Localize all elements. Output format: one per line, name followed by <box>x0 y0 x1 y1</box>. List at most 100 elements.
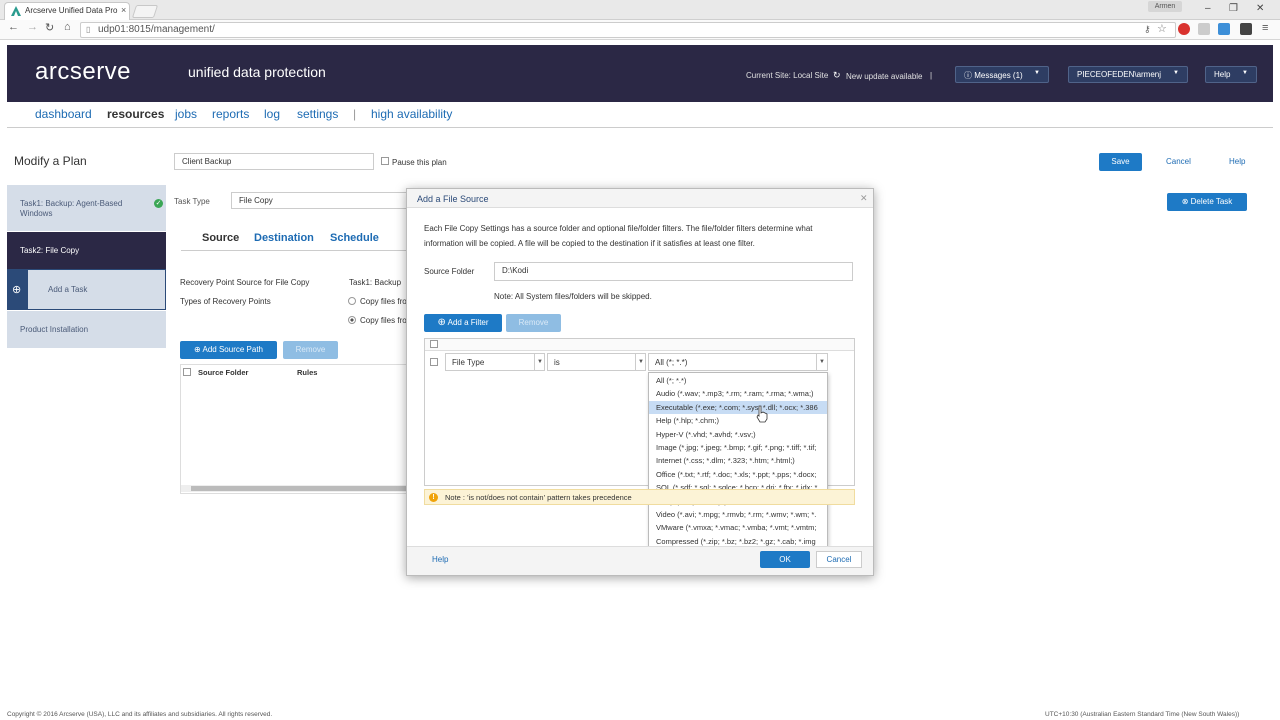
dropdown-option[interactable]: Hyper-V (*.vhd; *.avhd; *.vsv;) <box>649 428 827 441</box>
dialog-help-link[interactable]: Help <box>432 555 448 564</box>
chevron-down-icon[interactable]: ▼ <box>635 353 646 371</box>
close-icon[interactable]: × <box>121 5 126 15</box>
minimize-icon[interactable]: – <box>1205 3 1211 14</box>
sidebar-item-label: Task2: File Copy <box>20 246 80 255</box>
filter-grid-header <box>425 339 854 351</box>
radio-option-2[interactable] <box>348 316 356 324</box>
dropdown-option-highlighted[interactable]: Executable (*.exe; *.com; *.sys; *.dll; … <box>649 400 827 415</box>
arcserve-favicon-icon <box>11 6 21 16</box>
address-bar[interactable] <box>80 22 1176 38</box>
sidebar-item-label: Product Installation <box>20 325 89 334</box>
reload-icon[interactable]: ↻ <box>45 21 54 34</box>
nav-reports[interactable]: reports <box>212 107 249 121</box>
remove-filter-button[interactable]: Remove <box>506 314 561 332</box>
divider <box>181 250 407 251</box>
check-icon: ✓ <box>154 199 163 208</box>
add-filter-button[interactable]: ⊕ Add a Filter <box>424 314 502 332</box>
tab-destination[interactable]: Destination <box>254 232 314 244</box>
dropdown-option[interactable]: Help (*.hlp; *.chm;) <box>649 414 827 427</box>
nav-resources[interactable]: resources <box>107 107 164 121</box>
back-icon[interactable]: ← <box>8 21 19 33</box>
dropdown-option[interactable]: VMware (*.vmxa; *.vmac; *.vmba; *.vmt; *… <box>649 521 827 534</box>
save-button[interactable]: Save <box>1099 153 1142 171</box>
dropdown-option[interactable]: Internet (*.css; *.dlm; *.323; *.htm; *.… <box>649 454 827 467</box>
messages-label: Messages (1) <box>974 71 1023 80</box>
pause-plan-checkbox[interactable] <box>381 157 389 165</box>
dialog-cancel-label: Cancel <box>826 555 852 564</box>
dropdown-option[interactable]: Image (*.jpg; *.jpeg; *.bmp; *.gif; *.pn… <box>649 441 827 454</box>
dialog-cancel-button[interactable]: Cancel <box>816 551 862 568</box>
app-subtitle: unified data protection <box>188 64 326 80</box>
delete-task-label: Delete Task <box>1190 197 1233 206</box>
filter-operator-select[interactable]: is <box>547 353 646 371</box>
filter-row-checkbox[interactable] <box>430 358 438 366</box>
chevron-down-icon: ▼ <box>1034 70 1040 76</box>
dropdown-option[interactable]: Video (*.avi; *.mpg; *.rmvb; *.rm; *.wmv… <box>649 508 827 521</box>
arcserve-logo: arcserve <box>35 58 132 85</box>
select-all-filters-checkbox[interactable] <box>430 340 438 348</box>
sidebar-item-task2[interactable]: Task2: File Copy <box>7 232 166 269</box>
key-icon[interactable]: ⚷ <box>1144 24 1151 35</box>
help-link[interactable]: Help <box>1229 157 1245 166</box>
download-icon[interactable] <box>1218 23 1230 35</box>
close-icon[interactable]: ✕ <box>860 193 868 204</box>
home-icon[interactable]: ⌂ <box>64 21 71 33</box>
radio-label-1: Copy files fro <box>360 297 407 306</box>
new-tab-button[interactable] <box>131 5 159 18</box>
nav-divider: | <box>353 107 357 121</box>
user-menu-button[interactable]: PIECEOFEDEN\armenj ▼ <box>1068 66 1188 83</box>
tab-title: Arcserve Unified Data Pro <box>25 6 118 15</box>
filter-value-select[interactable]: All (*; *.*) <box>648 353 828 371</box>
ok-button[interactable]: OK <box>760 551 810 568</box>
window-close-icon[interactable]: ✕ <box>1256 3 1264 14</box>
nav-dashboard[interactable]: dashboard <box>35 107 92 121</box>
select-all-checkbox[interactable] <box>183 368 191 376</box>
cancel-link[interactable]: Cancel <box>1166 157 1191 166</box>
restore-icon[interactable]: ❐ <box>1229 3 1238 14</box>
sidebar-item-add-task[interactable]: ⊕ Add a Task <box>7 269 166 310</box>
scrollbar-thumb[interactable] <box>191 486 407 491</box>
help-menu-button[interactable]: Help ▼ <box>1205 66 1257 83</box>
filter-value-text: All (*; *.*) <box>655 358 688 367</box>
col-source-folder: Source Folder <box>198 368 249 377</box>
copyright: Copyright © 2016 Arcserve (USA), LLC and… <box>7 711 273 718</box>
radio-option-1[interactable] <box>348 297 356 305</box>
add-source-path-button[interactable]: ⊕ Add Source Path <box>180 341 277 359</box>
chevron-down-icon[interactable]: ▼ <box>534 353 545 371</box>
dropdown-option[interactable]: Office (*.txt; *.rtf; *.doc; *.xls; *.pp… <box>649 468 827 481</box>
nav-jobs[interactable]: jobs <box>175 107 197 121</box>
sidebar-item-label: Task1: Backup: Agent-Based Windows <box>20 199 123 218</box>
source-folder-input[interactable]: D:\Kodi <box>494 262 853 281</box>
extension-icon[interactable] <box>1198 23 1210 35</box>
horizontal-scrollbar[interactable] <box>181 485 407 492</box>
refresh-icon[interactable]: ↻ <box>833 70 841 81</box>
sidebar-item-product-installation[interactable]: Product Installation <box>7 311 166 348</box>
extension-icon[interactable] <box>1240 23 1252 35</box>
messages-button[interactable]: ⓘ Messages (1) ▼ <box>955 66 1049 83</box>
delete-task-button[interactable]: ⊗ Delete Task <box>1167 193 1247 211</box>
profile-button[interactable]: Armen <box>1148 1 1182 12</box>
nav-high-availability[interactable]: high availability <box>371 107 452 121</box>
adblock-icon[interactable] <box>1178 23 1190 35</box>
dropdown-option[interactable]: All (*; *.*) <box>649 374 827 387</box>
browser-tab[interactable]: Arcserve Unified Data Pro × <box>4 2 130 20</box>
sidebar-item-task1[interactable]: Task1: Backup: Agent-Based Windows ✓ <box>7 185 166 231</box>
task-type-select[interactable]: File Copy <box>231 192 411 209</box>
update-link[interactable]: New update available <box>846 72 923 81</box>
remove-source-button[interactable]: Remove <box>283 341 338 359</box>
rp-source-value: Task1: Backup <box>349 278 402 287</box>
bookmark-star-icon[interactable]: ☆ <box>1157 22 1167 35</box>
chevron-down-icon[interactable]: ▼ <box>816 353 827 371</box>
url-text[interactable]: udp01:8015/management/ <box>98 24 215 35</box>
tab-source[interactable]: Source <box>202 232 239 244</box>
menu-icon[interactable]: ≡ <box>1262 22 1268 34</box>
plus-circle-icon: ⊕ <box>12 284 22 296</box>
filter-field-select[interactable]: File Type <box>445 353 545 371</box>
tab-schedule[interactable]: Schedule <box>330 232 379 244</box>
forward-icon[interactable]: → <box>27 21 38 33</box>
plan-name-input[interactable]: Client Backup <box>174 153 374 170</box>
dropdown-option[interactable]: Audio (*.wav; *.mp3; *.rm; *.ram; *.rma;… <box>649 387 827 400</box>
nav-log[interactable]: log <box>264 107 280 121</box>
nav-settings[interactable]: settings <box>297 107 338 121</box>
task-type-label: Task Type <box>174 197 210 206</box>
